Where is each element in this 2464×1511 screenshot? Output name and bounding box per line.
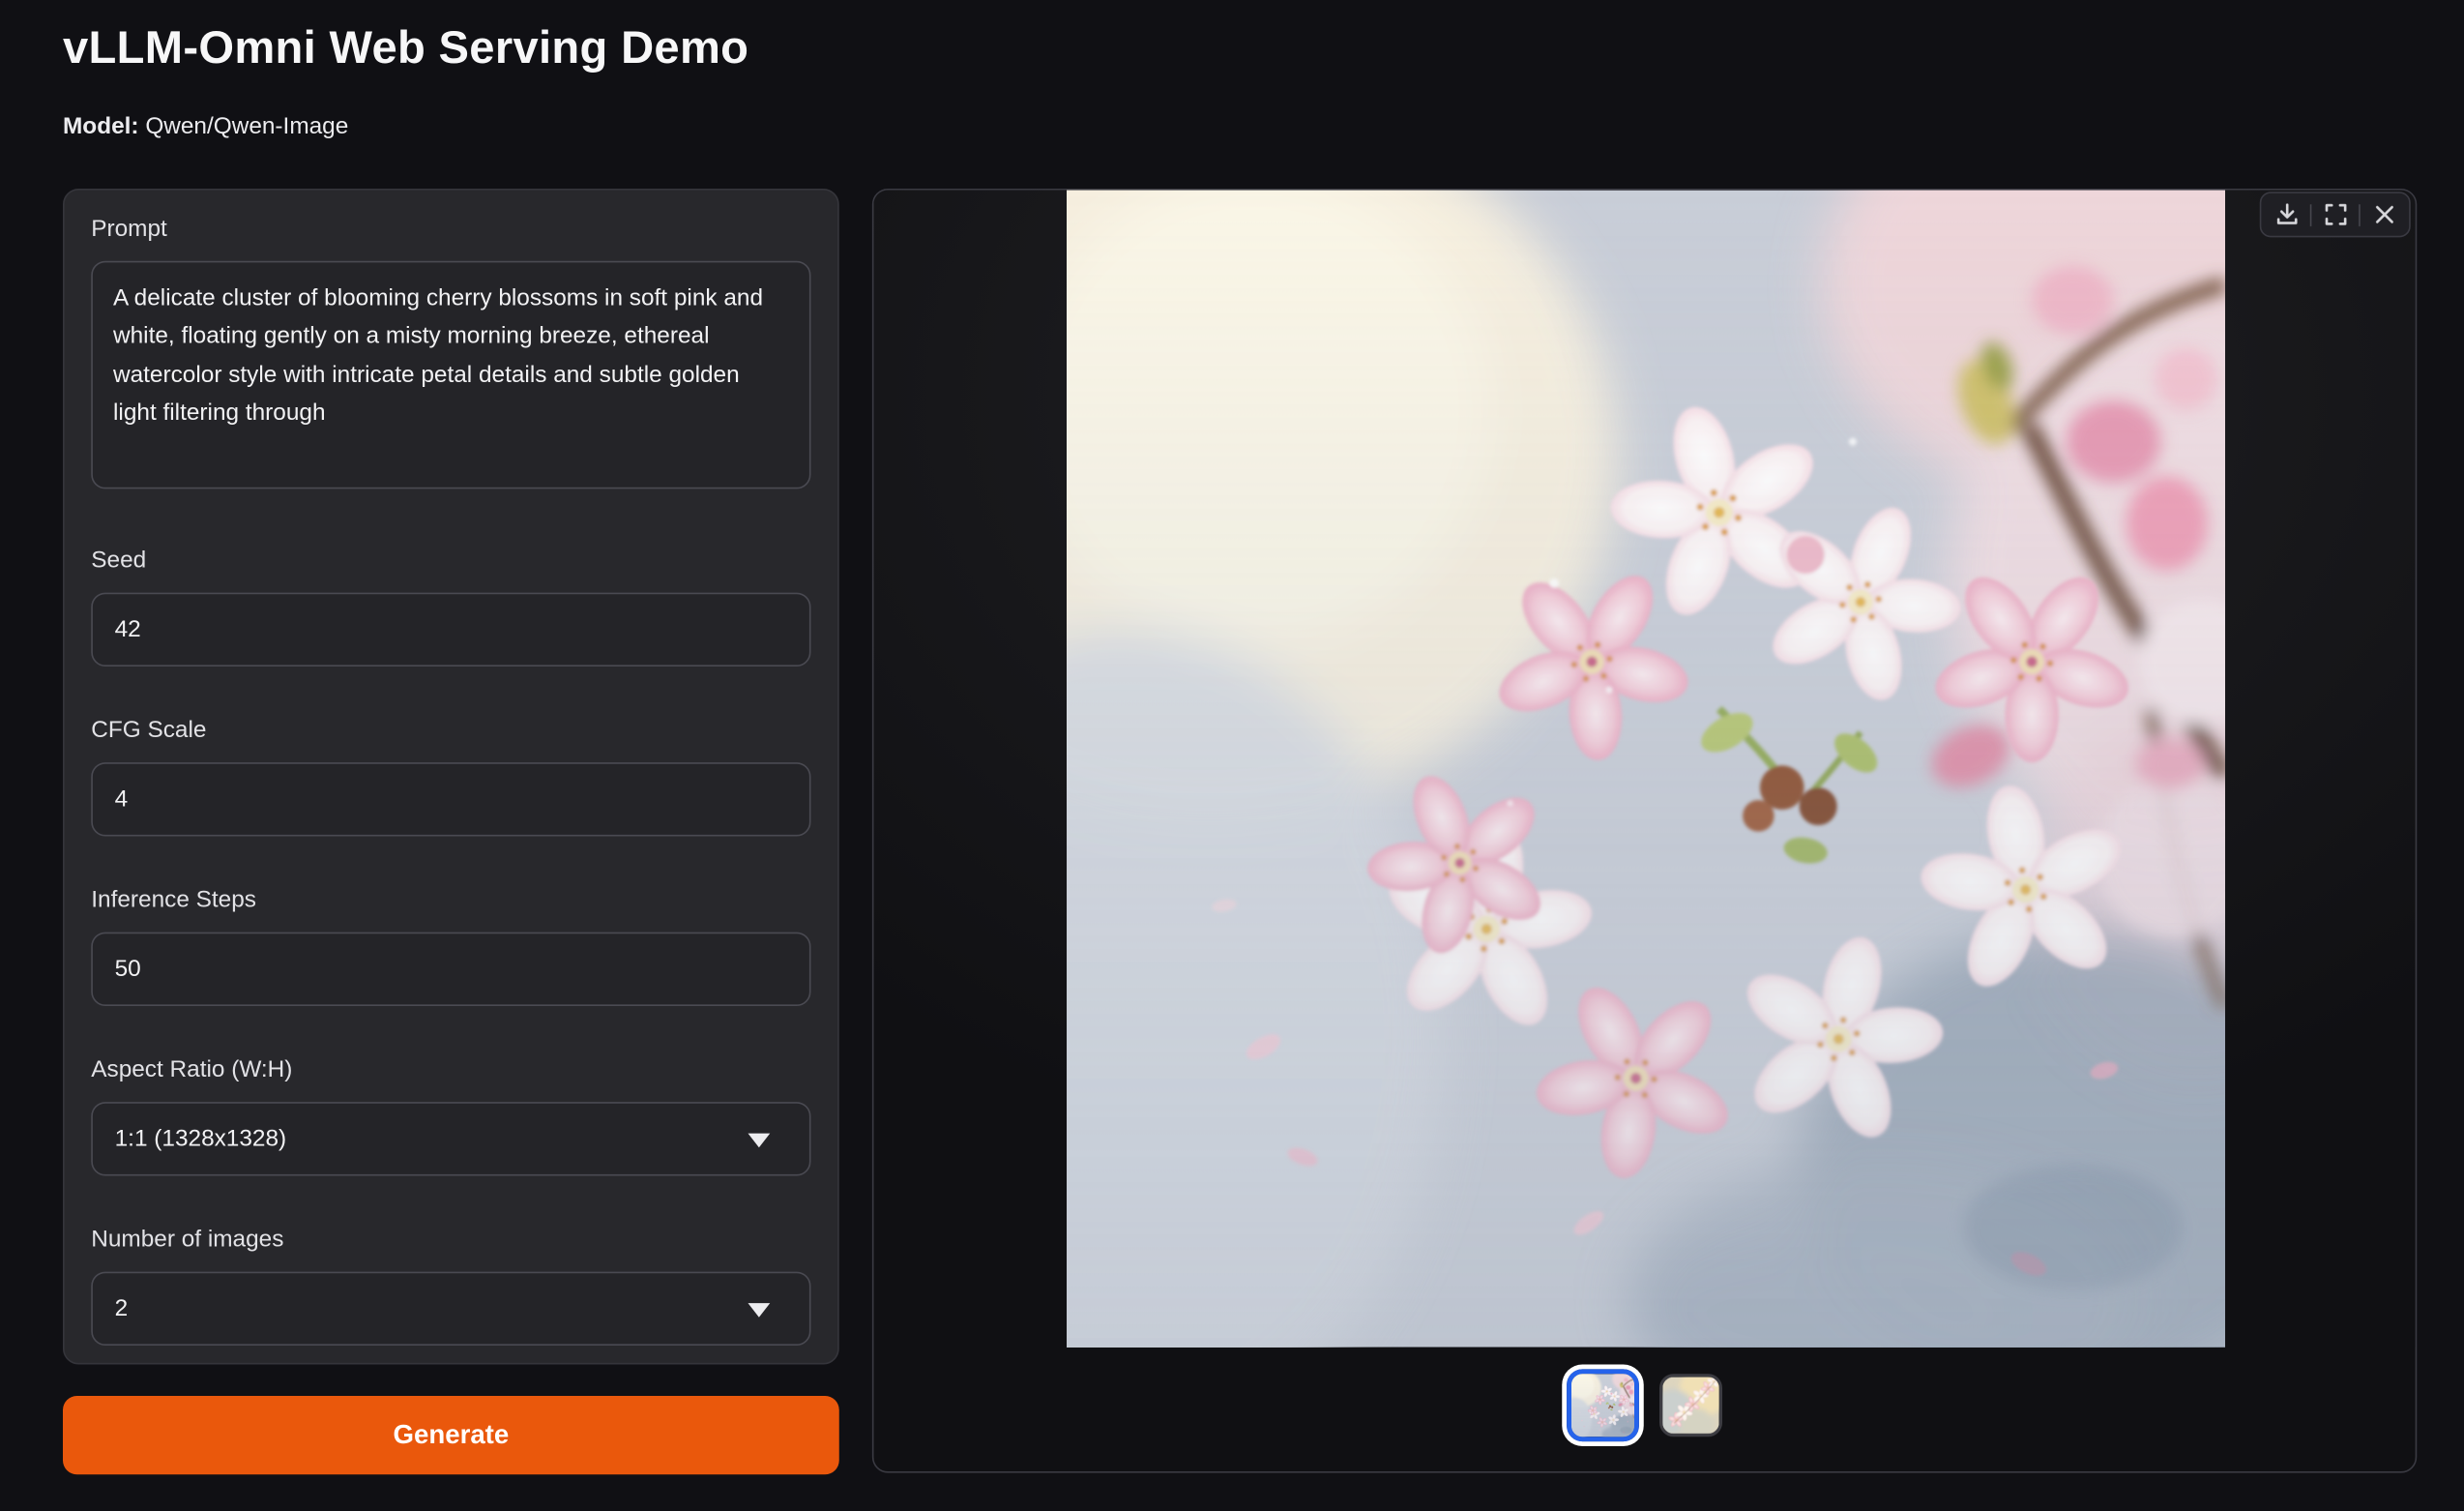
thumbnail-1[interactable] xyxy=(1567,1369,1639,1441)
model-line: Model: Qwen/Qwen-Image xyxy=(63,113,2401,140)
download-button[interactable] xyxy=(2266,196,2306,232)
download-icon xyxy=(2274,203,2298,226)
cfg-scale-input[interactable]: 4 xyxy=(91,762,810,836)
image-toolbar xyxy=(2260,192,2411,237)
toolbar-divider xyxy=(2359,203,2361,225)
aspect-ratio-group: Aspect Ratio (W:H) 1:1 (1328x1328) xyxy=(91,1056,810,1176)
num-images-value: 2 xyxy=(115,1295,129,1322)
num-images-group: Number of images 2 xyxy=(91,1227,810,1347)
header: vLLM-Omni Web Serving Demo Model: Qwen/Q… xyxy=(0,0,2464,140)
fullscreen-icon xyxy=(2324,203,2347,226)
output-viewer-panel xyxy=(872,189,2417,1473)
image-stage xyxy=(874,191,2416,1348)
aspect-ratio-select[interactable]: 1:1 (1328x1328) xyxy=(91,1102,810,1175)
seed-group: Seed 42 xyxy=(91,548,810,667)
settings-panel: Prompt A delicate cluster of blooming ch… xyxy=(63,189,839,1365)
toolbar-divider xyxy=(2310,203,2312,225)
model-label: Model: xyxy=(63,113,139,140)
inference-steps-value: 50 xyxy=(115,956,141,983)
cfg-scale-label: CFG Scale xyxy=(91,717,810,744)
main-content: Prompt A delicate cluster of blooming ch… xyxy=(63,189,2417,1511)
cfg-scale-group: CFG Scale 4 xyxy=(91,717,810,837)
seed-label: Seed xyxy=(91,548,810,575)
seed-input[interactable]: 42 xyxy=(91,593,810,667)
thumbnail-image xyxy=(1567,1369,1639,1441)
controls-column: Prompt A delicate cluster of blooming ch… xyxy=(63,189,839,1474)
num-images-select[interactable]: 2 xyxy=(91,1272,810,1346)
aspect-ratio-value: 1:1 (1328x1328) xyxy=(115,1126,287,1153)
generate-button[interactable]: Generate xyxy=(63,1396,839,1474)
inference-steps-input[interactable]: 50 xyxy=(91,933,810,1006)
inference-steps-label: Inference Steps xyxy=(91,887,810,914)
fullscreen-button[interactable] xyxy=(2315,196,2356,232)
chevron-down-icon xyxy=(748,1133,771,1147)
aspect-ratio-label: Aspect Ratio (W:H) xyxy=(91,1056,810,1083)
thumbnail-strip xyxy=(874,1369,2416,1441)
page-title: vLLM-Omni Web Serving Demo xyxy=(63,23,2401,75)
generated-image[interactable] xyxy=(1067,191,2225,1348)
close-button[interactable] xyxy=(2363,196,2404,232)
thumbnail-2[interactable] xyxy=(1659,1374,1722,1437)
prompt-textarea[interactable]: A delicate cluster of blooming cherry bl… xyxy=(91,261,810,489)
page-root: vLLM-Omni Web Serving Demo Model: Qwen/Q… xyxy=(0,0,2464,1511)
seed-value: 42 xyxy=(115,616,141,643)
close-icon xyxy=(2372,203,2395,226)
chevron-down-icon xyxy=(748,1302,771,1317)
model-value: Qwen/Qwen-Image xyxy=(145,113,348,140)
thumbnail-image xyxy=(1659,1374,1722,1437)
num-images-label: Number of images xyxy=(91,1227,810,1254)
cfg-scale-value: 4 xyxy=(115,786,129,814)
prompt-label: Prompt xyxy=(91,216,810,243)
inference-steps-group: Inference Steps 50 xyxy=(91,887,810,1007)
